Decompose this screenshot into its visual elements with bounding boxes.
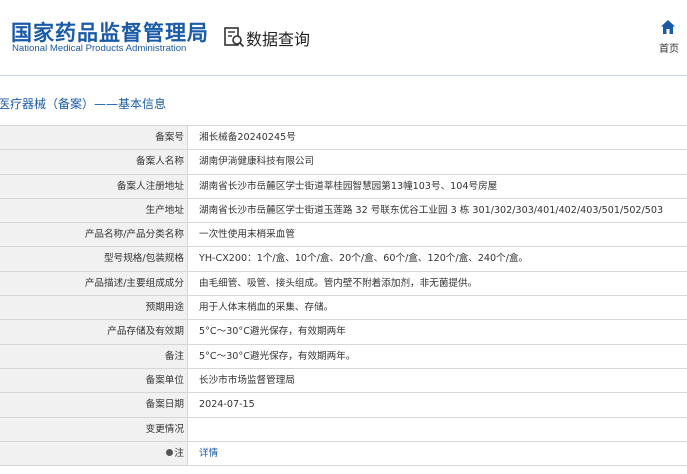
table-row: 备案号 湘长械备20240245号 (0, 126, 687, 151)
row-label: 产品存储及有效期 (0, 320, 188, 344)
row-label: 备注 (0, 344, 188, 368)
row-value: 5°C～30°C避光保存，有效期两年。 (199, 350, 356, 362)
breadcrumb: 医疗器械（备案）——基本信息 (0, 97, 167, 111)
row-value: 2024-07-15 (199, 399, 255, 411)
row-value: 长沙市市场监督管理局 (199, 374, 295, 386)
row-value (188, 418, 687, 441)
details-link[interactable]: 详情 (188, 442, 687, 465)
table-row: 产品描述/主要组成成分 由毛细管、吸管、接头组成。管内壁不附着添加剂，非无菌提供… (0, 271, 687, 297)
row-value: 湘长械备20240245号 (199, 132, 296, 143)
home-link[interactable]: 首页 (659, 40, 679, 55)
row-value: 湖南伊淌健康科技有限公司 (199, 156, 315, 168)
row-value: 一次性使用末梢采血管 (199, 229, 295, 241)
row-label: 备案单位 (0, 368, 188, 393)
table-row: 备注 5°C～30°C避光保存，有效期两年。 (0, 344, 687, 369)
table-row: 备案人注册地址 湖南省长沙市岳麓区学士街道莘桂园智慧园第13幢103号、104号… (0, 174, 687, 199)
table-row: 备案日期 2024-07-15 (0, 393, 687, 418)
row-value: 由毛细管、吸管、接头组成。管内壁不附着添加剂，非无菌提供。 (199, 277, 478, 289)
row-label: 产品描述/主要组成成分 (0, 271, 188, 296)
data-query-title: 数据查询 (246, 30, 311, 49)
row-value: YH-CX200：1个/盒、10个/盒、20个/盒、60个/盒、120个/盒、2… (199, 253, 529, 265)
table-row: 生产地址 湖南省长沙市岳麓区学士街道玉莲路 32 号联东优谷工业园 3 栋 30… (0, 198, 687, 224)
row-value: 湖南省长沙市岳麓区学士街道玉莲路 32 号联东优谷工业园 3 栋 301/302… (199, 204, 664, 216)
site-logo-en: National Medical Products Administration (12, 43, 187, 54)
table-row: 产品名称/产品分类名称 一次性使用末梢采血管 (0, 223, 687, 248)
row-label: 产品名称/产品分类名称 (0, 223, 188, 247)
row-label: 注 (0, 441, 188, 466)
row-value: 5°C～30°C避光保存，有效期两年 (199, 326, 346, 338)
row-label: 备案日期 (0, 393, 188, 417)
row-label: 备案人名称 (0, 150, 188, 174)
site-header: 国家药品监督管理局 National Medical Products Admi… (0, 0, 687, 76)
row-value: 湖南省长沙市岳麓区学士街道莘桂园智慧园第13幢103号、104号房屋 (199, 180, 498, 192)
row-label: 生产地址 (0, 198, 188, 223)
table-row: 产品存储及有效期 5°C～30°C避光保存，有效期两年 (0, 320, 687, 345)
table-row: 注 详情 (0, 441, 687, 467)
table-row: 型号规格/包装规格 YH-CX200：1个/盒、10个/盒、20个/盒、60个/… (0, 247, 687, 272)
row-label: 型号规格/包装规格 (0, 247, 188, 271)
table-row: 备案单位 长沙市市场监督管理局 (0, 368, 687, 394)
row-value: 用于人体末梢血的采集、存储。 (199, 302, 334, 314)
row-label: 预期用途 (0, 296, 188, 320)
note-label: 注 (174, 447, 184, 459)
row-label: 备案人注册地址 (0, 174, 188, 198)
home-icon[interactable] (660, 19, 676, 35)
search-icon (224, 27, 245, 48)
detail-table: 备案号 湘长械备20240245号 备案人名称 湖南伊淌健康科技有限公司 备案人… (0, 125, 687, 467)
table-row: 变更情况 (0, 417, 687, 442)
row-label: 备案号 (0, 126, 188, 150)
table-row: 备案人名称 湖南伊淌健康科技有限公司 (0, 150, 687, 175)
table-row: 预期用途 用于人体末梢血的采集、存储。 (0, 296, 687, 321)
row-label: 变更情况 (0, 417, 188, 441)
note-icon (166, 449, 174, 457)
